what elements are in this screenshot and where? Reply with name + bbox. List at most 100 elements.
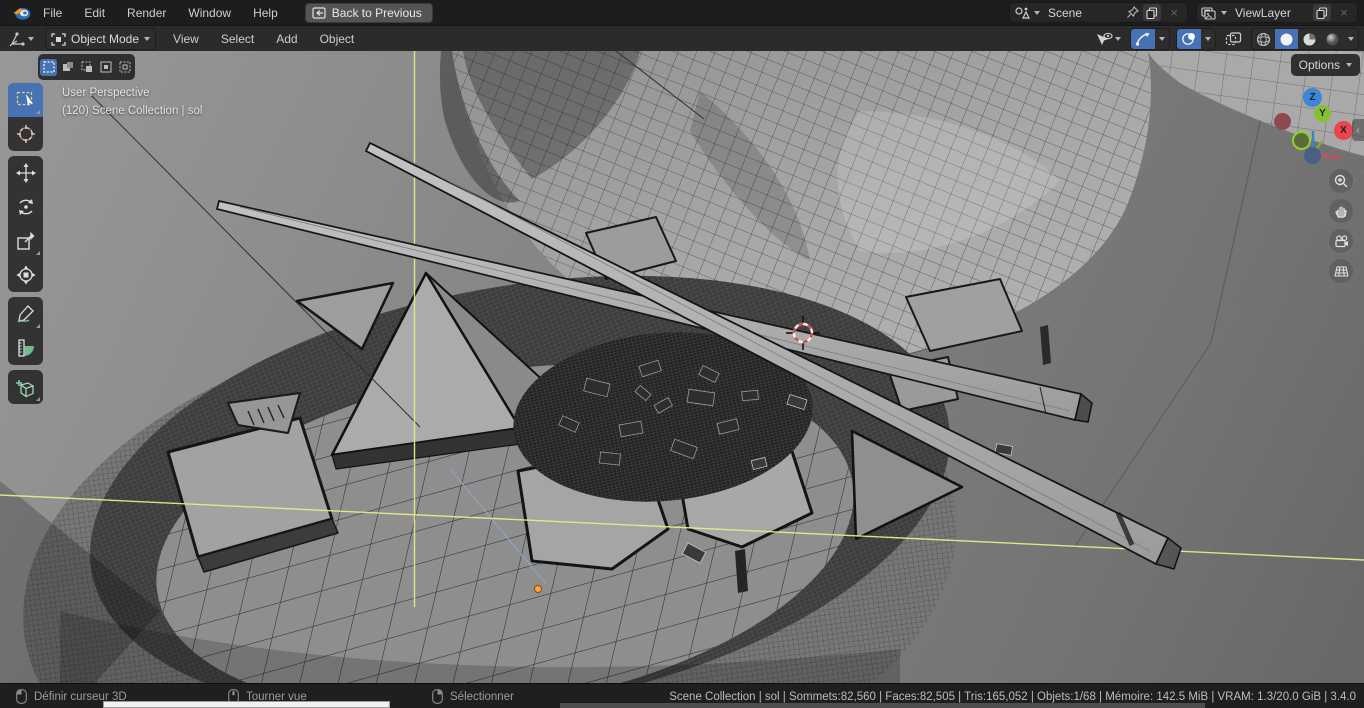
new-scene-button[interactable] [1143, 4, 1161, 21]
menu-window-label: Window [188, 6, 231, 20]
3d-cursor-tool-icon [16, 124, 36, 144]
editor-type-selector[interactable] [6, 29, 37, 49]
menu-file[interactable]: File [32, 0, 73, 25]
editor-3d-viewport-icon [9, 32, 26, 47]
origin-point[interactable] [535, 586, 542, 593]
topbar-right: Scene × [1009, 2, 1358, 23]
blender-logo[interactable] [12, 5, 32, 21]
show-overlays-toggle[interactable] [1177, 29, 1201, 49]
scene-name-value[interactable]: Scene [1044, 6, 1122, 20]
xray-icon [1225, 32, 1242, 46]
select-mode-intersect[interactable] [116, 59, 133, 76]
back-to-previous-button[interactable]: Back to Previous [305, 3, 433, 23]
shading-solid-icon [1279, 32, 1294, 47]
camera-view-icon [1334, 235, 1349, 248]
chevron-down-icon [1348, 37, 1354, 41]
annotate-pencil-icon [16, 304, 36, 324]
select-subtract-icon [81, 61, 93, 73]
chevron-down-icon [1346, 63, 1352, 67]
axis-x-label: X [1340, 125, 1347, 136]
viewlayer-name-value[interactable]: ViewLayer [1231, 6, 1309, 20]
gizmo-axis-z-neg[interactable] [1304, 147, 1321, 164]
select-mode-set[interactable] [40, 59, 57, 76]
new-viewlayer-button[interactable] [1313, 4, 1331, 21]
overlays-options[interactable] [1201, 29, 1215, 49]
add-cube-icon [15, 377, 36, 398]
chevron-down-icon [1205, 37, 1211, 41]
menu-add-label: Add [276, 32, 297, 46]
tool-select-box[interactable] [8, 83, 43, 117]
select-mode-subtract[interactable] [78, 59, 95, 76]
menu-render[interactable]: Render [116, 0, 177, 25]
mode-label: Object Mode [71, 32, 139, 46]
sidebar-toggle[interactable]: ‹ [1352, 119, 1364, 141]
tool-scale[interactable] [8, 224, 43, 258]
gizmo-axis-y[interactable]: Y [1314, 105, 1331, 122]
scene-icon [1014, 6, 1030, 20]
options-label: Options [1299, 58, 1340, 72]
shading-material-button[interactable] [1298, 29, 1321, 49]
zoom-button[interactable] [1329, 169, 1353, 193]
copy-icon [1316, 7, 1328, 19]
object-mode-icon [51, 33, 66, 46]
mode-selector[interactable]: Object Mode [45, 28, 156, 50]
tool-rotate[interactable] [8, 190, 43, 224]
select-mode-extend[interactable] [59, 59, 76, 76]
tool-measure[interactable] [8, 331, 43, 365]
tool-add-cube[interactable] [8, 370, 43, 404]
selectability-visibility-selector[interactable] [1092, 29, 1124, 49]
menu-add[interactable]: Add [265, 27, 308, 52]
menu-select[interactable]: Select [210, 27, 265, 52]
select-invert-icon [100, 61, 112, 73]
chevron-down-icon [28, 37, 34, 41]
scene-selector[interactable]: Scene × [1009, 2, 1188, 23]
options-dropdown[interactable]: Options [1291, 54, 1360, 76]
background-window-sliver [103, 701, 390, 708]
menu-help[interactable]: Help [242, 0, 289, 25]
gizmo-options[interactable] [1155, 29, 1169, 49]
chevron-left-icon: ‹ [1356, 125, 1359, 136]
pan-button[interactable] [1329, 199, 1353, 223]
shading-solid-button[interactable] [1275, 29, 1298, 49]
tool-transform[interactable] [8, 258, 43, 292]
tool-cursor[interactable] [8, 117, 43, 151]
blender-window: File Edit Render Window Help Back to Pre… [0, 0, 1364, 708]
pin-icon[interactable] [1126, 6, 1139, 19]
camera-view-button[interactable] [1329, 229, 1353, 253]
3d-viewport[interactable]: User Perspective (120) Scene Collection … [0, 51, 1364, 683]
shading-rendered-button[interactable] [1321, 29, 1344, 49]
viewlayer-selector[interactable]: ViewLayer × [1196, 2, 1358, 23]
hint-right-mouse: Sélectionner [432, 684, 514, 708]
select-set-icon [43, 61, 55, 73]
zoom-icon [1334, 174, 1348, 188]
shading-options[interactable] [1344, 29, 1358, 49]
menu-window[interactable]: Window [177, 0, 242, 25]
select-extend-icon [62, 61, 74, 73]
hint-right-label: Sélectionner [450, 691, 514, 703]
show-gizmo-toggle[interactable] [1131, 29, 1155, 49]
select-mode-invert[interactable] [97, 59, 114, 76]
menu-file-label: File [43, 6, 62, 20]
gizmo-axis-z[interactable]: Z [1303, 88, 1322, 107]
unlink-scene-button[interactable]: × [1165, 4, 1183, 21]
topbar: File Edit Render Window Help Back to Pre… [0, 0, 1364, 25]
shading-mode-controls [1251, 28, 1359, 50]
chevron-down-icon [1221, 11, 1227, 15]
xray-toggle[interactable] [1222, 29, 1245, 49]
back-to-previous-label: Back to Previous [332, 6, 422, 20]
menu-edit[interactable]: Edit [73, 0, 116, 25]
axis-z-label: Z [1309, 92, 1315, 103]
menu-view[interactable]: View [162, 27, 210, 52]
close-icon: × [1340, 5, 1348, 20]
viewport-canvas[interactable] [0, 51, 1364, 683]
tool-move[interactable] [8, 156, 43, 190]
menu-object[interactable]: Object [309, 27, 366, 52]
orthographic-toggle-button[interactable] [1329, 259, 1353, 283]
gizmo-axis-x-neg[interactable] [1274, 113, 1291, 130]
move-icon [16, 163, 36, 183]
shading-wireframe-button[interactable] [1252, 29, 1275, 49]
select-mode-toolbar [38, 54, 135, 80]
tool-annotate[interactable] [8, 297, 43, 331]
remove-viewlayer-button[interactable]: × [1335, 4, 1353, 21]
gizmo-axis-x[interactable]: X [1334, 121, 1353, 140]
